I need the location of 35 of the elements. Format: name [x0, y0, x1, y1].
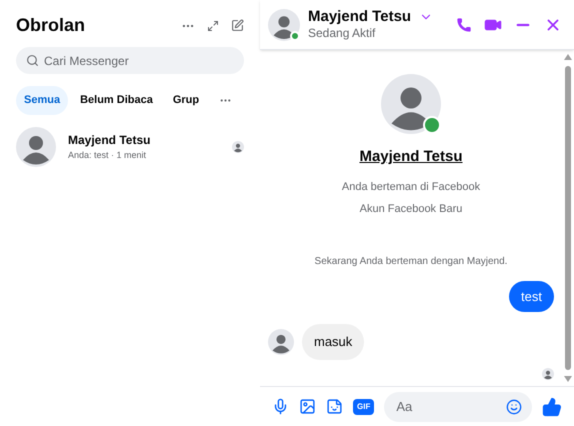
microphone-icon[interactable]	[272, 398, 289, 415]
outgoing-message: test	[509, 280, 554, 312]
search-field[interactable]: Cari Messenger	[16, 47, 244, 74]
chat-status: Sedang Aktif	[308, 26, 376, 42]
conversation-item[interactable]: Mayjend Tetsu Anda: test · 1 menit	[16, 122, 244, 170]
sidebar-title: Obrolan	[16, 14, 86, 37]
like-icon[interactable]	[542, 396, 562, 416]
scroll-up-icon[interactable]	[564, 54, 572, 60]
avatar-icon	[16, 126, 56, 166]
sticker-icon[interactable]	[326, 398, 343, 415]
message-field[interactable]: Aa	[384, 392, 532, 422]
compose-icon[interactable]	[231, 19, 244, 32]
profile-avatar-icon	[381, 74, 441, 134]
search-icon	[26, 54, 39, 67]
profile-info: Anda berteman di Facebook	[342, 180, 480, 194]
system-notice: Sekarang Anda berteman dengan Mayjend.	[314, 254, 508, 268]
avatar-icon	[268, 8, 300, 40]
filter-tab[interactable]: Semua	[16, 86, 68, 114]
chat-name: Mayjend Tetsu	[308, 8, 412, 26]
filter-tab[interactable]: Belum Dibaca	[72, 86, 161, 114]
avatar-icon	[268, 328, 294, 355]
scroll-down-icon[interactable]	[564, 376, 572, 382]
incoming-message: masuk	[302, 324, 364, 360]
expand-icon[interactable]	[207, 20, 219, 32]
phone-icon[interactable]	[456, 16, 472, 32]
seen-avatar-icon	[542, 368, 554, 380]
filter-tab[interactable]: Grup	[164, 86, 208, 114]
emoji-icon[interactable]	[506, 398, 522, 414]
contact-name: Mayjend Tetsu	[68, 132, 152, 149]
profile-name[interactable]: Mayjend Tetsu	[359, 146, 463, 168]
message-preview: Anda: test · 1 menit	[68, 148, 148, 162]
profile-info: Akun Facebook Baru	[360, 202, 462, 217]
photo-icon[interactable]	[299, 398, 316, 415]
seen-avatar-icon	[232, 140, 244, 152]
gif-button[interactable]: GIF	[353, 398, 374, 414]
